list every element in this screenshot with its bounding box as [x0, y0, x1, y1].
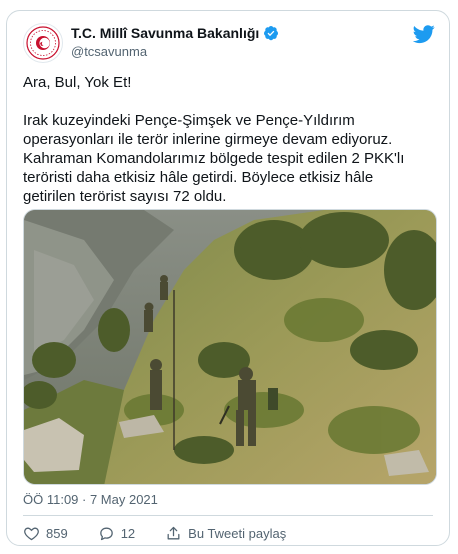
verified-badge-icon: [264, 26, 279, 41]
tweet-line: teröristi daha etkisiz hâle getirdi. Böy…: [23, 169, 374, 186]
reply-bubble-icon: [99, 527, 113, 540]
tweet-photo[interactable]: [23, 209, 437, 485]
heart-icon: [24, 527, 39, 540]
tweet-actions: 859 12 Bu Tweeti paylaş: [23, 523, 286, 543]
tweet-line: Irak kuzeyindeki Pençe-Şimşek ve Pençe-Y…: [23, 112, 355, 129]
tweet-card[interactable]: T.C. Millî Savunma Bakanlığı @tcsavunma …: [6, 10, 450, 546]
like-button[interactable]: 859: [23, 525, 68, 542]
tweet-timestamp[interactable]: ÖÖ 11:09 · 7 May 2021: [23, 492, 158, 507]
reply-button[interactable]: 12: [98, 525, 135, 542]
tweet-line: getirilen terörist sayısı 72 oldu.: [23, 188, 227, 205]
tweet-line: Kahraman Komandolarımız bölgede tespit e…: [23, 150, 405, 167]
share-icon: [167, 526, 180, 539]
like-count: 859: [46, 525, 68, 541]
divider: [23, 515, 433, 516]
tweet-line: operasyonları ile terör inlerine girmeye…: [23, 131, 393, 148]
share-label: Bu Tweeti paylaş: [188, 525, 287, 541]
author-handle[interactable]: @tcsavunma: [71, 44, 147, 59]
ministry-emblem-icon[interactable]: [23, 23, 63, 63]
reply-count: 12: [120, 525, 136, 541]
author-display-name[interactable]: T.C. Millî Savunma Bakanlığı: [71, 25, 259, 41]
tweet-text: Ara, Bul, Yok Et! Irak kuzeyindeki Pençe…: [23, 73, 443, 206]
share-button[interactable]: Bu Tweeti paylaş: [165, 525, 286, 542]
twitter-bird-icon[interactable]: [413, 23, 435, 45]
tweet-line: Ara, Bul, Yok Et!: [23, 74, 132, 91]
